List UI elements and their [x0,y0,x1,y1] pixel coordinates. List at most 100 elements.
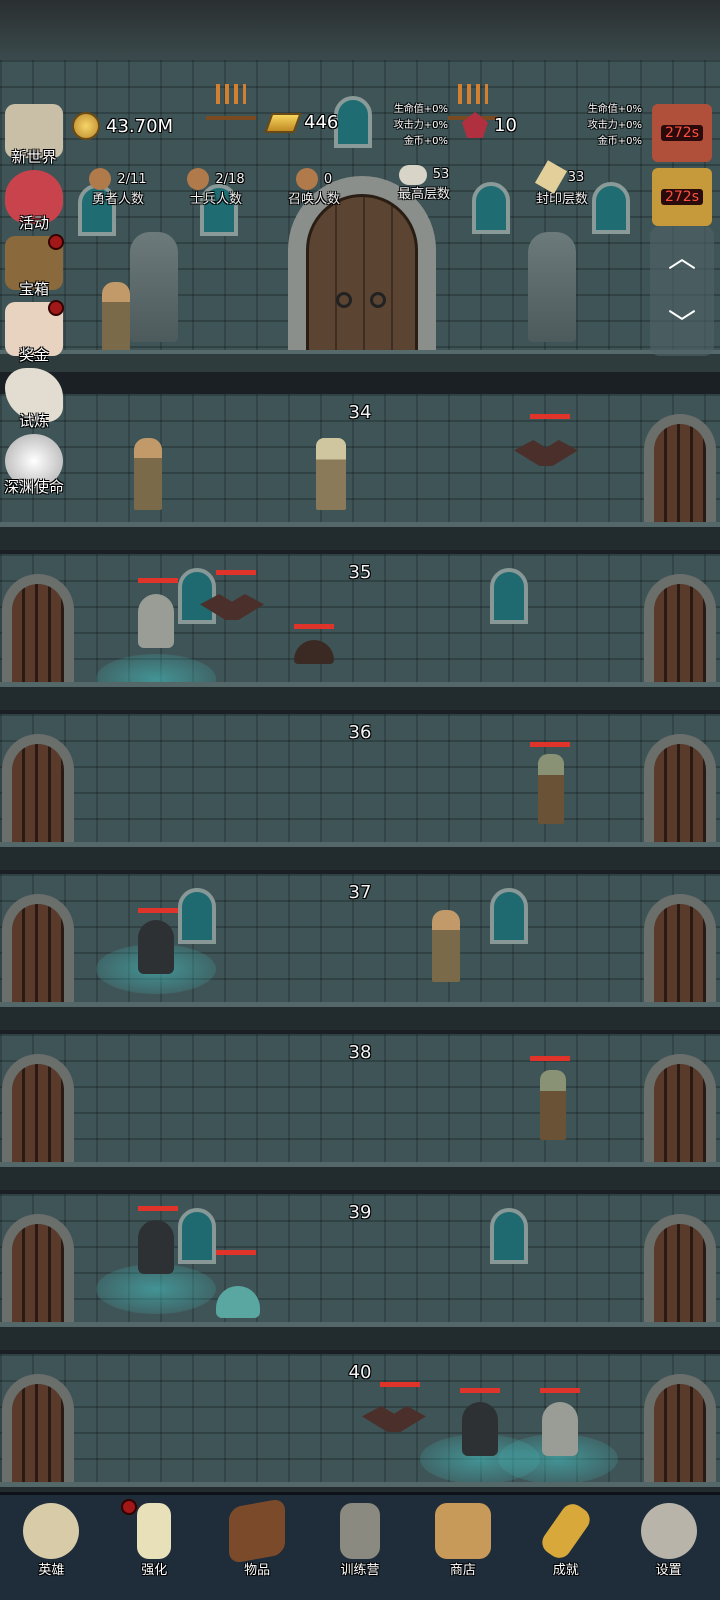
health-bar [138,1206,178,1211]
cell-door [2,894,74,1004]
floor-row: 35 [0,554,720,710]
ruby-gem-icon [462,112,488,138]
nav-shop[interactable]: 商店 [411,1495,514,1600]
nav-settings-label: 设置 [655,1563,682,1578]
nav-settings[interactable]: 设置 [617,1495,720,1600]
chest-label: 宝箱 [18,280,49,298]
floor-row: 40 [0,1354,720,1492]
wraith-monster[interactable] [138,920,174,974]
soldier-head-icon [187,168,210,190]
floor-row: 37 [0,874,720,1030]
floor-number: 40 [348,1362,372,1383]
floor-ground [0,842,720,870]
health-bar [138,578,178,583]
highest-floor-value: 53 [432,167,450,182]
cell-door [2,1214,74,1324]
zombie-monster[interactable] [538,754,564,824]
hero-character[interactable] [102,282,130,354]
cell-door [2,734,74,844]
gold-value: 43.70M [106,115,174,137]
notification-dot [48,300,64,316]
abyss-mission-label: 深渊使命 [3,478,64,496]
cell-door [644,1054,716,1164]
new-world-button[interactable]: 新世界 [0,104,68,166]
wraith-monster[interactable] [138,1220,174,1274]
boost-timer-1[interactable]: 272s [652,104,712,162]
bottom-nav: 英雄 强化 物品 训练营 商店 成就 设置 [0,1492,720,1600]
cell-bars [654,1064,706,1164]
goldbar-counter[interactable]: 446 [264,112,339,133]
cell-bars [654,1384,706,1484]
nav-training[interactable]: 训练营 [309,1495,412,1600]
cell-door [2,1054,74,1164]
attack-bonus: 攻击力+0% [393,120,448,131]
nav-items[interactable]: 物品 [206,1495,309,1600]
bonus-button[interactable]: 奖金 [0,300,68,364]
floor-number: 38 [348,1042,372,1063]
event-button[interactable]: 活动 [0,170,68,232]
soldier-character[interactable] [316,438,346,510]
floor-row: 38 [0,1034,720,1190]
floor-number: 36 [348,722,372,743]
cell-door [644,414,716,524]
ghost-monster[interactable] [542,1402,578,1456]
bonus-list-right: 生命值+0% 攻击力+0% 金币+0% [566,102,642,150]
summon-count-stat: 0 召唤人数 [264,168,364,207]
gate-door[interactable] [306,194,418,354]
dungeon-scene: 34 35 36 37 38 39 40 [0,0,720,1492]
hero-head-icon [89,168,112,190]
timer-2-value: 272s [660,189,703,205]
wall-window [178,1208,216,1264]
chest-button[interactable]: 宝箱 [0,234,68,298]
soldier-count-stat: 2/18 士兵人数 [166,168,266,207]
goldbar-value: 446 [304,112,339,133]
sealed-floor-stat: 33 封印层数 [512,160,612,207]
hero-character[interactable] [432,910,460,982]
wall-window [490,1208,528,1264]
floor-scroll-panel: ︿ ﹀ [650,226,714,356]
wraith-monster[interactable] [462,1402,498,1456]
scroll-up-icon[interactable]: ︿ [650,236,714,276]
ghost-monster[interactable] [138,594,174,648]
floor-number: 35 [348,562,372,583]
trial-button[interactable]: 试炼 [0,368,68,430]
cell-bars [654,584,706,684]
hero-count-stat: 2/11 勇者人数 [68,168,168,207]
sealed-floor-value: 33 [567,169,585,185]
zombie-monster[interactable] [540,1070,566,1140]
floor-number: 39 [348,1202,372,1223]
health-bar [380,1382,420,1387]
boost-timer-2[interactable]: 272s [652,168,712,226]
cell-bars [12,904,64,1004]
nav-heroes[interactable]: 英雄 [0,1495,103,1600]
health-bar [138,908,178,913]
floor-ground [0,522,720,550]
health-bar [216,570,256,575]
soldier-count-value: 2/18 [215,171,245,187]
wall-window [490,568,528,624]
nav-upgrade[interactable]: 强化 [103,1495,206,1600]
floor-row: 39 [0,1194,720,1350]
skull-icon [23,1503,80,1559]
hero-count-value: 2/11 [117,171,147,187]
cell-door [2,574,74,684]
gem-counter[interactable]: 10 [462,112,517,138]
sealed-floor-label: 封印层数 [535,192,588,207]
wall-window [178,568,216,624]
floor-ground [0,1482,720,1492]
gold-counter[interactable]: 43.70M [72,112,173,140]
abyss-mission-button[interactable]: 深渊使命 [0,434,68,496]
cell-bars [654,1224,706,1324]
knight-statue [528,232,576,342]
hero-character[interactable] [134,438,162,510]
scroll-down-icon[interactable]: ﹀ [650,302,714,342]
summon-count-value: 0 [323,171,333,187]
notification-dot [48,234,64,250]
hp-bonus: 生命值+0% [587,104,642,115]
health-bar [216,1250,256,1255]
nav-achievements[interactable]: 成就 [514,1495,617,1600]
gold-coin-icon [72,112,100,140]
floor-row: 36 [0,714,720,870]
health-bar [540,1388,580,1393]
cell-door [2,1374,74,1484]
